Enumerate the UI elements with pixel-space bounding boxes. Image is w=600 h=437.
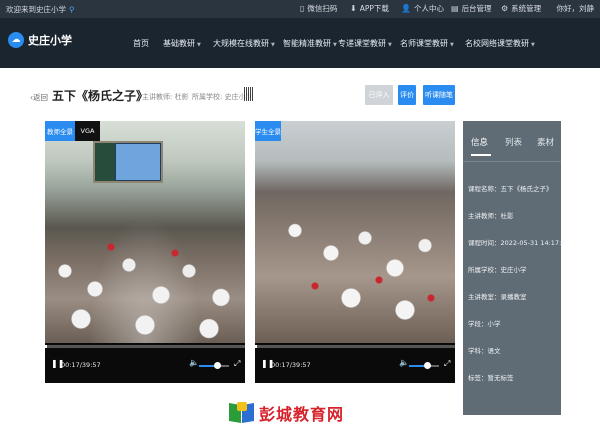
footer-brand: 彭城教育网 xyxy=(229,401,344,425)
nav-master[interactable]: 名师课堂教研 ▼ xyxy=(400,38,454,49)
video-time: 00:17/39:57 xyxy=(61,361,101,369)
volume-knob[interactable] xyxy=(214,362,221,369)
student-video-player[interactable]: 学生全景 ❚❚ 00:17/39:57 🔈 ⤢ xyxy=(255,121,455,383)
info-teacher: 主讲教师：杜影 xyxy=(468,212,514,220)
chevron-down-icon: ▼ xyxy=(197,42,201,48)
volume-slider[interactable] xyxy=(409,362,439,369)
chevron-down-icon: ▼ xyxy=(450,42,454,48)
back-label: 返回 xyxy=(33,93,48,102)
nav-home[interactable]: 首页 xyxy=(133,38,149,49)
info-subject: 学科：语文 xyxy=(468,347,501,355)
page-title: 五下《杨氏之子》 xyxy=(52,89,149,103)
info-stage: 学段：小学 xyxy=(468,320,501,328)
footer-site-name: 彭城教育网 xyxy=(259,405,345,424)
chevron-down-icon: ▼ xyxy=(333,42,337,48)
info-tabs: 信息 列表 素材 xyxy=(463,121,561,159)
book-logo-icon xyxy=(229,402,255,424)
active-tab-indicator xyxy=(471,154,491,156)
system-label: 系统管理 xyxy=(511,4,542,13)
location-pin-icon: ⚲ xyxy=(69,5,75,14)
logo-text: 史庄小学 xyxy=(28,34,72,47)
download-icon: ⬇ xyxy=(350,4,357,13)
volume-knob[interactable] xyxy=(424,362,431,369)
app-label: APP下载 xyxy=(359,4,389,13)
personal-center-link[interactable]: 👤 个人中心 xyxy=(401,3,444,14)
backend-link[interactable]: ▤ 后台管理 xyxy=(451,3,492,14)
manage-icon: ▤ xyxy=(451,4,459,13)
system-link[interactable]: ⚙ 系统管理 xyxy=(501,3,541,14)
teacher-view-tag[interactable]: 教师全景 xyxy=(45,121,75,141)
info-classroom: 主讲教室：录播教室 xyxy=(468,293,527,301)
tab-materials[interactable]: 素材 xyxy=(537,136,554,148)
lesson-info-panel: 信息 列表 素材 课程名称：五下《杨氏之子》 主讲教师：杜影 课程时间：2022… xyxy=(463,121,572,415)
chevron-down-icon: ▼ xyxy=(531,42,535,48)
nav-home-label: 首页 xyxy=(133,39,149,48)
gear-icon: ⚙ xyxy=(501,4,509,13)
wechat-scan-link[interactable]: ▯ 微信扫码 xyxy=(300,3,337,14)
video-controls: ❚❚ 00:17/39:57 🔈 ⤢ xyxy=(255,348,455,383)
info-course-name: 课程名称：五下《杨氏之子》 xyxy=(468,185,553,193)
fullscreen-icon[interactable]: ⤢ xyxy=(444,359,450,369)
nav-delivery[interactable]: 专递课堂教研 ▼ xyxy=(338,38,392,49)
students-graphic xyxy=(255,193,455,343)
backend-label: 后台管理 xyxy=(461,4,492,13)
evaluate-button[interactable]: 评价 xyxy=(398,85,416,105)
video-controls: ❚❚ 00:17/39:57 🔈 ⤢ xyxy=(45,348,245,383)
nav-basic-label: 基础教研 xyxy=(163,39,195,48)
phone-icon: ▯ xyxy=(300,4,305,13)
teacher-video-player[interactable]: 教师全景 VGA ❚❚ 00:17/39:57 🔈 ⤢ xyxy=(45,121,245,383)
nav-master-label: 名师课堂教研 xyxy=(400,39,448,48)
volume-slider[interactable] xyxy=(199,362,229,369)
already-rated-button[interactable]: 已评入 xyxy=(365,85,393,105)
projector-screen-graphic xyxy=(115,143,161,181)
divider xyxy=(463,161,561,162)
tab-info[interactable]: 信息 xyxy=(471,136,488,148)
vga-tag[interactable]: VGA xyxy=(75,121,100,141)
info-school: 所属学校：史庄小学 xyxy=(468,266,527,274)
back-link[interactable]: ‹返回 xyxy=(30,92,48,103)
teacher-meta: 主讲教师: 杜影 xyxy=(142,93,189,101)
welcome-label: 欢迎来到史庄小学 xyxy=(6,5,66,14)
nav-basic[interactable]: 基础教研 ▼ xyxy=(163,38,201,49)
user-label: 你好，刘静 xyxy=(556,4,595,13)
lesson-header: ‹返回 五下《杨氏之子》 主讲教师: 杜影 所属学校: 史庄小学 已评入 评价 … xyxy=(0,80,600,110)
tab-list[interactable]: 列表 xyxy=(505,136,522,148)
fullscreen-icon[interactable]: ⤢ xyxy=(234,359,240,369)
site-logo[interactable]: ☁ 史庄小学 xyxy=(8,32,72,48)
nav-school[interactable]: 名校网络课堂教研 ▼ xyxy=(465,38,535,49)
student-video-frame[interactable] xyxy=(255,121,455,343)
nav-smart[interactable]: 智能精准教研 ▼ xyxy=(283,38,337,49)
chevron-down-icon: ▼ xyxy=(388,42,392,48)
info-course-time: 课程时间：2022-05-31 14:17:0... xyxy=(468,239,572,247)
nav-delivery-label: 专递课堂教研 xyxy=(338,39,386,48)
info-tags: 标签：暂无标签 xyxy=(468,374,514,382)
user-icon: 👤 xyxy=(401,4,411,13)
personal-label: 个人中心 xyxy=(413,4,444,13)
chevron-down-icon: ▼ xyxy=(271,42,275,48)
nav-online[interactable]: 大规模在线教研 ▼ xyxy=(213,38,275,49)
nav-smart-label: 智能精准教研 xyxy=(283,39,331,48)
app-download-link[interactable]: ⬇ APP下载 xyxy=(350,3,389,14)
wechat-label: 微信扫码 xyxy=(307,4,338,13)
volume-icon[interactable]: 🔈 xyxy=(189,358,199,367)
nav-school-label: 名校网络课堂教研 xyxy=(465,39,529,48)
qr-code-icon[interactable] xyxy=(244,87,254,101)
logo-icon: ☁ xyxy=(8,32,24,48)
welcome-text: 欢迎来到史庄小学 ⚲ xyxy=(6,4,75,15)
nav-online-label: 大规模在线教研 xyxy=(213,39,269,48)
main-nav: ☁ 史庄小学 首页 基础教研 ▼ 大规模在线教研 ▼ 智能精准教研 ▼ 专递课堂教研 ▼… xyxy=(0,18,600,68)
lesson-notes-button[interactable]: 听课随笔 xyxy=(423,85,455,105)
user-greeting[interactable]: 你好，刘静 xyxy=(557,3,595,14)
students-graphic xyxy=(45,223,245,343)
volume-icon[interactable]: 🔈 xyxy=(399,358,409,367)
top-bar: 欢迎来到史庄小学 ⚲ ▯ 微信扫码 ⬇ APP下载 👤 个人中心 ▤ 后台管理 ⚙ 系统管理… xyxy=(0,0,600,18)
student-view-tag[interactable]: 学生全景 xyxy=(255,121,281,141)
video-time: 00:17/39:57 xyxy=(271,361,311,369)
teacher-video-frame[interactable] xyxy=(45,121,245,343)
